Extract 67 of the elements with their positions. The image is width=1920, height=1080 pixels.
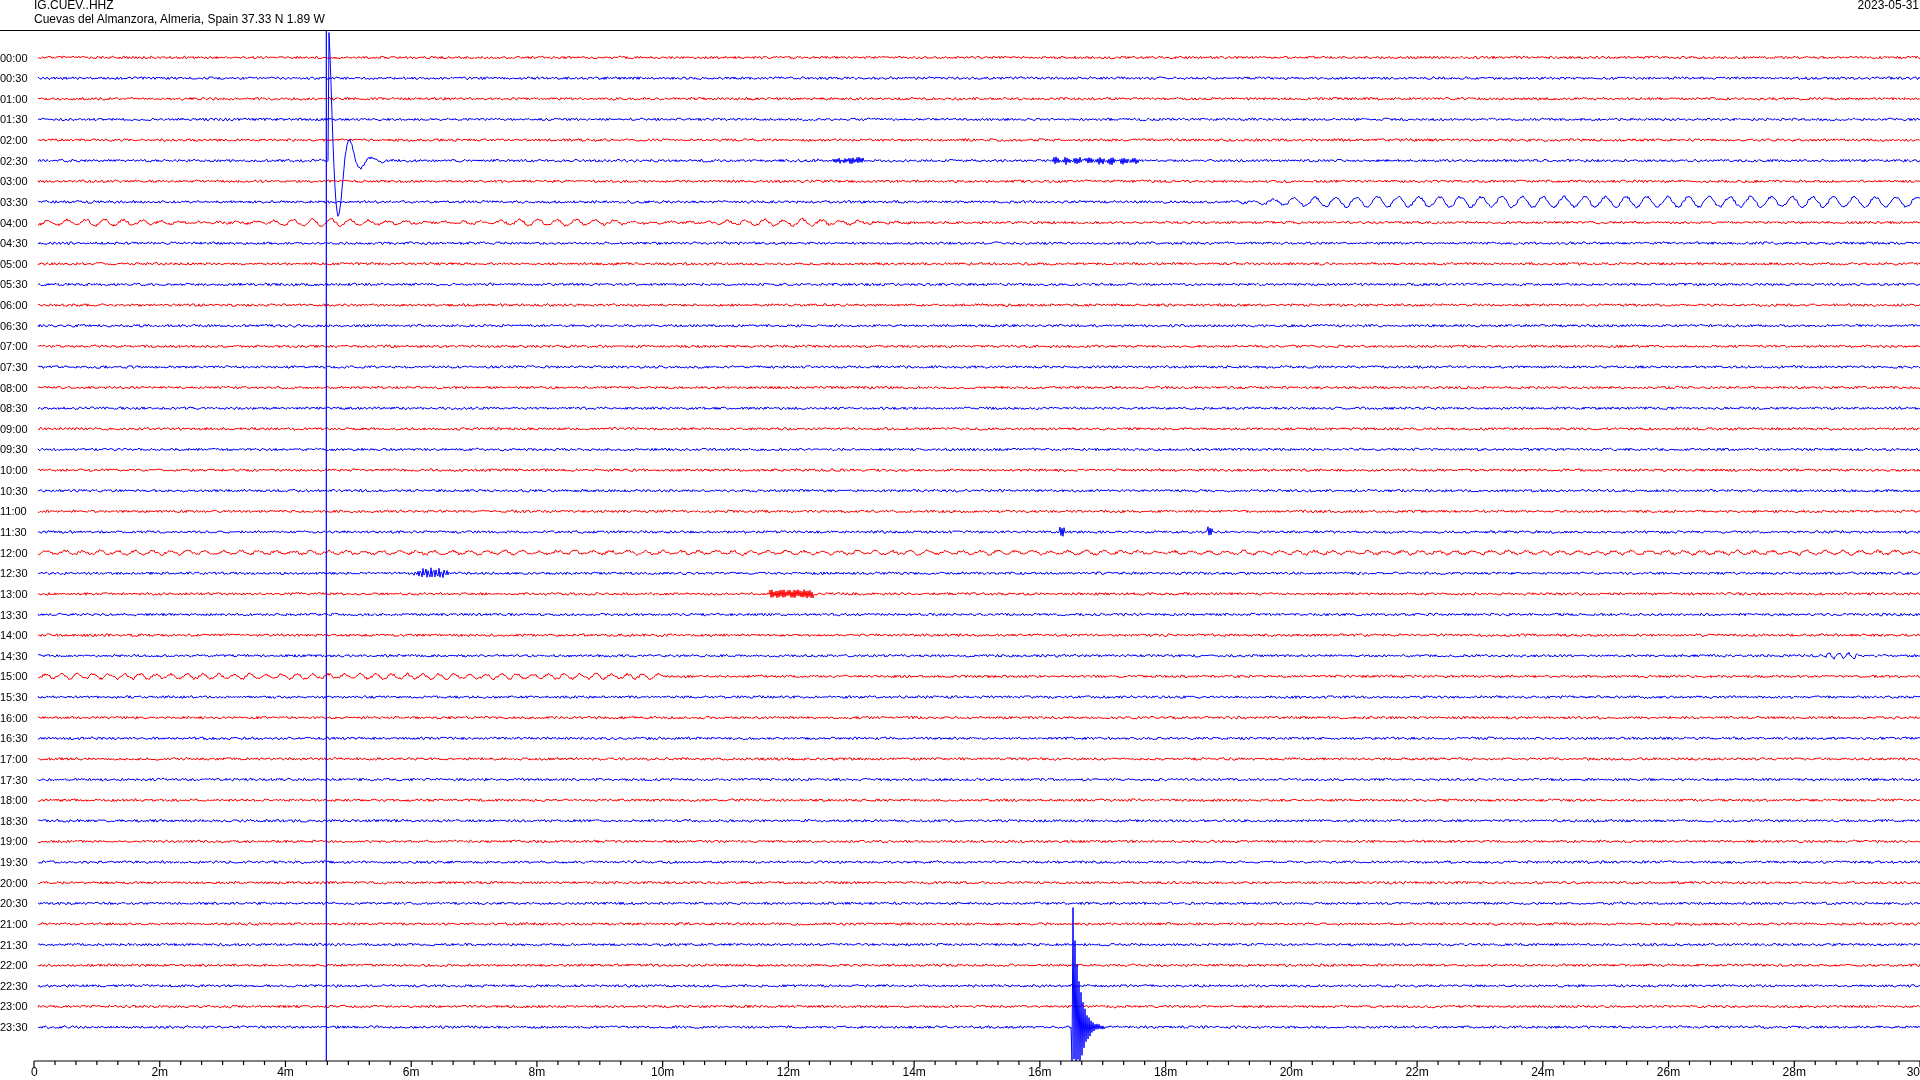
- tick-label: 8m: [528, 1065, 546, 1079]
- time-label: 00:00: [0, 51, 28, 64]
- time-label: 20:30: [0, 897, 28, 910]
- tick-label: 2m: [151, 1065, 169, 1079]
- tick-label: 4m: [277, 1065, 294, 1079]
- time-label: 17:30: [0, 773, 28, 786]
- time-label: 05:30: [0, 278, 28, 291]
- date-label: 2023-05-31: [1857, 0, 1919, 12]
- time-label: 19:00: [0, 835, 28, 848]
- time-label: 07:00: [0, 340, 28, 353]
- tick-label: 24m: [1531, 1065, 1555, 1079]
- time-label: 01:30: [0, 113, 28, 126]
- time-label: 00:30: [0, 72, 28, 85]
- tick-label: 28m: [1782, 1065, 1806, 1079]
- time-label: 14:00: [0, 629, 28, 642]
- time-label: 17:00: [0, 752, 28, 765]
- tick-label: 30: [1906, 1065, 1920, 1079]
- time-label: 16:00: [0, 711, 28, 724]
- time-label: 23:30: [0, 1021, 28, 1034]
- time-label: 13:00: [0, 587, 28, 600]
- time-label: 22:30: [0, 979, 28, 992]
- tick-label: 0: [31, 1065, 38, 1079]
- time-label: 03:00: [0, 175, 28, 188]
- time-label: 21:00: [0, 917, 28, 930]
- time-label: 10:30: [0, 484, 28, 497]
- time-label: 05:00: [0, 257, 28, 270]
- time-label: 14:30: [0, 649, 28, 662]
- station-code: IG.CUEV..HHZ: [34, 0, 114, 12]
- time-label: 06:00: [0, 299, 28, 312]
- time-label: 04:00: [0, 216, 28, 229]
- tick-label: 10m: [651, 1065, 675, 1079]
- time-label: 04:30: [0, 237, 28, 250]
- time-label: 10:00: [0, 464, 28, 477]
- time-label: 15:30: [0, 691, 28, 704]
- time-label: 15:00: [0, 670, 28, 683]
- time-label: 21:30: [0, 938, 28, 951]
- station-location: Cuevas del Almanzora, Almeria, Spain 37.33 N 1.89 W: [34, 12, 325, 26]
- tick-label: 6m: [402, 1065, 420, 1079]
- time-label: 01:00: [0, 92, 28, 105]
- time-label: 18:30: [0, 814, 28, 827]
- time-label: 08:00: [0, 381, 28, 394]
- tick-label: 18m: [1153, 1065, 1178, 1079]
- time-label: 22:00: [0, 959, 28, 972]
- tick-label: 12m: [776, 1065, 801, 1079]
- tick-label: 16m: [1028, 1065, 1052, 1079]
- tick-label: 22m: [1405, 1065, 1429, 1079]
- time-label: 13:30: [0, 608, 28, 621]
- time-label: 18:00: [0, 794, 28, 807]
- time-label: 12:30: [0, 567, 28, 580]
- tick-label: 14m: [902, 1065, 926, 1079]
- tick-label: 26m: [1656, 1065, 1681, 1079]
- time-label: 03:30: [0, 195, 28, 208]
- time-label: 02:30: [0, 154, 28, 167]
- time-label: 11:30: [0, 526, 27, 538]
- time-label: 12:00: [0, 546, 28, 559]
- time-label: 08:30: [0, 402, 28, 415]
- time-label: 07:30: [0, 360, 28, 373]
- tick-label: 20m: [1279, 1065, 1303, 1079]
- time-label: 09:30: [0, 443, 28, 456]
- time-label: 09:00: [0, 422, 28, 435]
- time-label: 02:00: [0, 134, 28, 146]
- time-label: 06:30: [0, 319, 28, 332]
- time-label: 23:00: [0, 1000, 28, 1013]
- time-label: 20:00: [0, 876, 28, 889]
- time-label: 19:30: [0, 856, 28, 869]
- time-label: 16:30: [0, 732, 28, 745]
- time-label: 11:00: [0, 505, 27, 518]
